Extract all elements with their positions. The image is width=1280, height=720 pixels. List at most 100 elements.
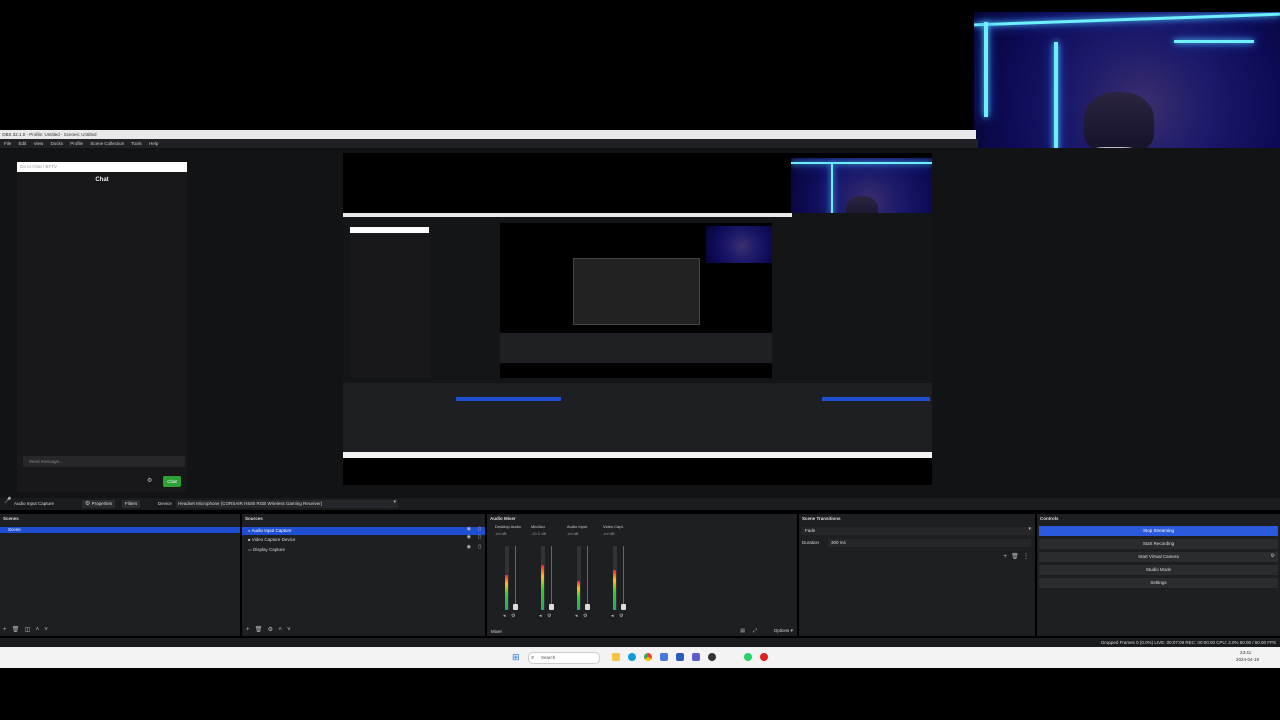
monitor-icon: ▭ — [248, 547, 252, 552]
source-item[interactable]: ■ Video Capture Device ◉ ▯ — [242, 535, 485, 545]
menu-tools[interactable]: Tools — [131, 141, 142, 146]
mixer-options-button[interactable]: Options ▾ — [774, 628, 793, 634]
mail-icon[interactable] — [676, 653, 684, 661]
grid-icon[interactable]: ▤ — [740, 629, 745, 634]
whatsapp-icon[interactable] — [744, 653, 752, 661]
teams-icon[interactable] — [692, 653, 700, 661]
speaker-icon[interactable]: ◂ — [611, 614, 614, 619]
eye-icon[interactable]: ◉ — [467, 545, 471, 550]
filters-label: Filters — [125, 501, 138, 506]
volume-slider[interactable] — [585, 546, 590, 610]
volume-slider[interactable] — [621, 546, 626, 610]
file-explorer-icon[interactable] — [612, 653, 620, 661]
device-value: Headset Microphone (CORSAIR HS80 RGB Wir… — [178, 501, 323, 506]
gear-icon[interactable]: ⚙ — [1271, 554, 1275, 559]
chat-send-button[interactable]: Chat — [163, 476, 181, 487]
volume-slider-handle[interactable] — [513, 604, 518, 610]
stop-streaming-button[interactable]: Stop Streaming — [1039, 526, 1278, 536]
start-virtual-camera-button[interactable]: Start Virtual Camera ⚙ — [1039, 552, 1278, 562]
volume-slider-handle[interactable] — [549, 604, 554, 610]
audio-mixer-title: Audio Mixer — [490, 516, 516, 521]
duration-input[interactable]: 300 ms — [828, 539, 1031, 547]
chrome-icon[interactable] — [644, 653, 652, 661]
device-select[interactable]: Headset Microphone (CORSAIR HS80 RGB Wir… — [176, 500, 398, 508]
speaker-icon[interactable]: ◂ — [575, 614, 578, 619]
gear-icon[interactable]: ⚙ — [147, 478, 152, 484]
menu-profile[interactable]: Profile — [70, 141, 83, 146]
chat-send-label: Chat — [167, 479, 177, 484]
trash-icon[interactable]: 🗑 — [12, 627, 20, 633]
studio-mode-button[interactable]: Studio Mode — [1039, 565, 1278, 575]
edge-icon[interactable] — [628, 653, 636, 661]
filters-button[interactable]: Filters — [122, 500, 141, 508]
volume-meter — [541, 546, 545, 610]
eye-icon[interactable]: ◉ — [467, 527, 471, 532]
volume-slider[interactable] — [549, 546, 554, 610]
trash-icon[interactable]: 🗑 — [255, 627, 263, 633]
source-item[interactable]: ● Audio Input Capture ◉ ▯ — [242, 527, 485, 535]
gear-icon[interactable]: ⚙ — [268, 627, 273, 633]
duration-label: Duration — [802, 540, 820, 545]
speaker-icon[interactable]: ◂ — [503, 614, 506, 619]
volume-slider-handle[interactable] — [585, 604, 590, 610]
properties-button[interactable]: ⚙ Properties — [82, 500, 116, 508]
menu-edit[interactable]: Edit — [19, 141, 27, 146]
selected-source-name: Audio Input Capture — [14, 501, 55, 506]
chevron-up-icon[interactable]: ˄ — [278, 627, 282, 633]
eye-icon[interactable]: ◉ — [467, 535, 471, 540]
chat-title: Chat — [95, 177, 109, 183]
start-recording-button[interactable]: Start Recording — [1039, 539, 1278, 549]
more-icon[interactable]: ⋮ — [1023, 554, 1029, 560]
controls-title: Controls — [1040, 516, 1059, 521]
lock-icon[interactable]: ▯ — [478, 527, 481, 532]
transition-type-select[interactable]: Fade ▾ — [802, 527, 1033, 535]
lock-icon[interactable]: ▯ — [478, 545, 481, 550]
settings-button[interactable]: Settings — [1039, 578, 1278, 588]
volume-slider[interactable] — [513, 546, 518, 610]
mixer-channel: Video Capt. -inf dB ◂ ⚙ — [603, 524, 637, 622]
gear-icon[interactable]: ⚙ — [547, 614, 551, 619]
scenes-title: Scenes — [3, 516, 19, 521]
taskbar-search[interactable]: ⌕ Search — [528, 652, 600, 664]
chat-tab[interactable]: Go to Chat / BTTV — [17, 162, 187, 172]
obs-icon[interactable] — [708, 653, 716, 661]
speaker-icon[interactable]: ◂ — [539, 614, 542, 619]
link-icon[interactable]: ⤢ — [753, 629, 757, 634]
gear-icon[interactable]: ⚙ — [619, 614, 623, 619]
menu-scene-collection[interactable]: Scene Collection — [90, 141, 124, 146]
gear-icon: ⚙ — [85, 501, 91, 507]
sources-title: Sources — [245, 516, 263, 521]
windows-start-icon[interactable]: ⊞ — [512, 653, 520, 662]
sources-dock: Sources ● Audio Input Capture ◉ ▯ ■ Vide… — [242, 514, 485, 636]
mixer-channel-db: -10.2 dB — [531, 531, 547, 536]
gear-icon[interactable]: ⚙ — [511, 614, 515, 619]
chevron-down-icon[interactable]: ˅ — [44, 627, 48, 633]
chevron-up-icon[interactable]: ˄ — [36, 627, 40, 633]
menu-help[interactable]: Help — [149, 141, 158, 146]
add-icon[interactable]: + — [246, 627, 250, 633]
clock-time[interactable]: 23:41 — [1240, 650, 1251, 655]
mixer-channel: Audio Input -inf dB ◂ ⚙ — [567, 524, 601, 622]
search-placeholder: Search — [541, 655, 556, 660]
settings-label: Settings — [1150, 580, 1167, 585]
store-icon[interactable] — [660, 653, 668, 661]
volume-slider-handle[interactable] — [621, 604, 626, 610]
menu-docks[interactable]: Docks — [51, 141, 64, 146]
chat-message-input[interactable]: Send message... — [23, 456, 185, 467]
add-icon[interactable]: + — [3, 627, 7, 633]
menu-bar[interactable]: File Edit View Docks Profile Scene Colle… — [0, 139, 978, 148]
preview-canvas[interactable] — [343, 153, 932, 485]
trash-icon[interactable]: 🗑 — [1011, 554, 1019, 560]
scene-item[interactable]: Scene — [0, 527, 240, 533]
menu-file[interactable]: File — [4, 141, 11, 146]
gear-icon[interactable]: ⚙ — [583, 614, 587, 619]
source-item[interactable]: ▭ Display Capture ◉ ▯ — [242, 545, 485, 555]
clock-date[interactable]: 2024-04-19 — [1236, 657, 1259, 662]
chevron-down-icon[interactable]: ˅ — [287, 627, 291, 633]
add-icon[interactable]: + — [1003, 554, 1007, 560]
app-red-icon[interactable] — [760, 653, 768, 661]
window-title: OBS 32.1.0 - Profile: Untitled - Scenes:… — [2, 132, 97, 137]
menu-view[interactable]: View — [34, 141, 44, 146]
filter-icon[interactable]: ◫ — [25, 627, 31, 633]
lock-icon[interactable]: ▯ — [478, 535, 481, 540]
